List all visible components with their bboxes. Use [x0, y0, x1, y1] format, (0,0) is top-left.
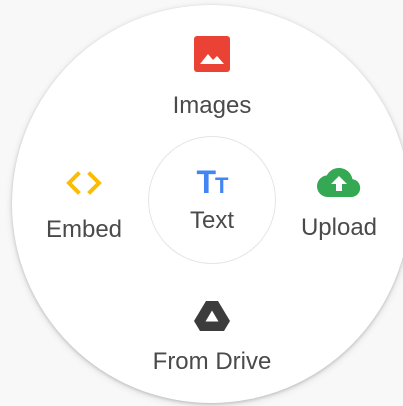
text-format-icon: TT — [196, 164, 229, 200]
embed-label: Embed — [45, 216, 123, 243]
text-option[interactable]: TT Text — [148, 136, 276, 264]
cloud-upload-icon — [317, 168, 361, 197]
image-icon — [194, 36, 230, 72]
upload-label: Upload — [300, 214, 378, 241]
google-drive-icon — [194, 301, 230, 331]
from-drive-label: From Drive — [152, 348, 272, 375]
code-icon — [66, 171, 102, 195]
from-drive-option[interactable]: From Drive — [140, 300, 284, 376]
text-label: Text — [189, 207, 234, 234]
text-format-glyph-small: T — [215, 173, 228, 198]
embed-option[interactable]: Embed — [34, 168, 134, 244]
images-option[interactable]: Images — [160, 36, 264, 120]
images-label: Images — [172, 92, 252, 119]
text-format-glyph-large: T — [196, 164, 217, 200]
insert-menu: Images Embed TT Text Upload From Drive — [0, 0, 403, 406]
upload-option[interactable]: Upload — [290, 166, 388, 242]
